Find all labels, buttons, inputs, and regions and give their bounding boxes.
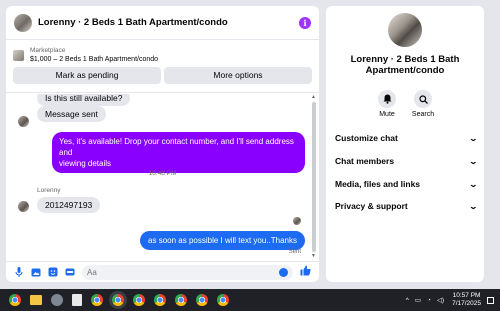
gif-icon[interactable] [65, 267, 75, 277]
section-chat-members[interactable]: Chat members ⌄ [335, 156, 479, 166]
contact-avatar[interactable] [14, 13, 32, 32]
wifi-icon[interactable]: ◔ [427, 297, 431, 304]
incoming-message: 2012497193 [37, 197, 101, 213]
notification-icon[interactable] [487, 296, 494, 304]
clock-time: 10:57 PM [452, 292, 481, 299]
chrome-icon[interactable] [112, 294, 124, 306]
scrollbar[interactable] [312, 102, 316, 252]
chevron-down-icon: ⌄ [468, 201, 479, 211]
mute-label: Mute [379, 111, 395, 118]
chrome-icon[interactable] [217, 294, 229, 306]
outgoing-message: as soon as possible I will text you..Tha… [140, 231, 305, 250]
section-label: Customize chat [335, 133, 398, 143]
section-label: Privacy & support [335, 201, 408, 211]
outgoing-message-line: Yes, it's available! Drop your contact n… [59, 137, 294, 157]
bell-icon [378, 90, 396, 108]
message-thread: Is this still available? Message sent Ye… [6, 94, 319, 258]
chat-title[interactable]: Lorenny · 2 Beds 1 Bath Apartment/condo [38, 17, 299, 28]
sender-avatar [18, 116, 29, 127]
chevron-down-icon: ⌄ [468, 179, 479, 189]
mute-button[interactable]: Mute [369, 90, 405, 118]
conversation-info-panel: Lorenny · 2 Beds 1 Bath Apartment/condo … [326, 6, 484, 282]
section-privacy-support[interactable]: Privacy & support ⌄ [335, 201, 479, 211]
chevron-down-icon: ⌄ [468, 133, 479, 143]
conversation-name: Lorenny · 2 Beds 1 Bath Apartment/condo [326, 54, 484, 76]
search-label: Search [411, 111, 435, 118]
chat-header: Lorenny · 2 Beds 1 Bath Apartment/condo … [6, 6, 319, 40]
scroll-up-arrow-icon[interactable]: ▲ [311, 94, 316, 100]
clock[interactable]: 10:57 PM 7/17/2025 [452, 292, 481, 308]
conversation-name-line: Lorenny · 2 Beds 1 Bath [350, 54, 460, 65]
file-explorer-icon[interactable] [30, 295, 42, 305]
chat-panel: Lorenny · 2 Beds 1 Bath Apartment/condo … [6, 6, 319, 282]
monitor-icon[interactable]: ▭ [415, 296, 421, 304]
taskbar: ^ ▭ ◔ ◁) 10:57 PM 7/17/2025 [0, 289, 500, 311]
outgoing-message-line: viewing details [59, 159, 112, 168]
clock-date: 7/17/2025 [452, 300, 481, 307]
read-receipt-avatar [293, 217, 301, 225]
thumbs-up-icon[interactable] [300, 265, 311, 279]
message-input-wrapper[interactable] [82, 264, 293, 280]
incoming-message: Is this still available? [37, 94, 131, 106]
marketplace-listing: Marketplace $1,000 – 2 Beds 1 Bath Apart… [6, 43, 319, 93]
section-media-files-links[interactable]: Media, files and links ⌄ [335, 179, 479, 189]
chrome-icon[interactable] [175, 294, 187, 306]
section-label: Media, files and links [335, 179, 421, 189]
chrome-icon[interactable] [9, 294, 21, 306]
volume-icon[interactable]: ◁) [437, 296, 444, 304]
section-customize-chat[interactable]: Customize chat ⌄ [335, 133, 479, 143]
mark-as-pending-button[interactable]: Mark as pending [13, 67, 161, 84]
timestamp: 10:48 PM [148, 170, 177, 177]
scroll-down-arrow-icon[interactable]: ▼ [311, 253, 316, 259]
conversation-name-line: Apartment/condo [365, 65, 445, 76]
chevron-down-icon: ⌄ [468, 156, 479, 166]
listing-description[interactable]: $1,000 – 2 Beds 1 Bath Apartment/condo [30, 55, 158, 64]
chevron-up-icon[interactable]: ^ [406, 297, 409, 304]
microphone-icon[interactable] [14, 267, 24, 277]
incoming-message: Message sent [37, 106, 106, 122]
chrome-icon[interactable] [133, 294, 145, 306]
emoji-icon[interactable] [279, 267, 288, 277]
search-button[interactable]: Search [405, 90, 441, 118]
composer [6, 261, 319, 282]
message-input[interactable] [87, 267, 279, 277]
search-icon [414, 90, 432, 108]
chrome-icon[interactable] [196, 294, 208, 306]
section-label: Chat members [335, 156, 395, 166]
app-icon[interactable] [51, 294, 63, 306]
document-icon[interactable] [72, 294, 82, 306]
chrome-icon[interactable] [154, 294, 166, 306]
info-icon[interactable]: i [299, 16, 311, 29]
profile-avatar[interactable] [388, 13, 422, 47]
listing-thumbnail[interactable] [13, 49, 24, 61]
outgoing-message: Yes, it's available! Drop your contact n… [52, 132, 305, 173]
sticker-icon[interactable] [48, 267, 58, 277]
more-options-button[interactable]: More options [164, 67, 312, 84]
sender-name: Lorenny [37, 187, 61, 194]
chrome-icon[interactable] [91, 294, 103, 306]
sender-avatar [18, 201, 29, 212]
system-tray: ^ ▭ ◔ ◁) 10:57 PM 7/17/2025 [400, 292, 500, 308]
listing-label: Marketplace [30, 47, 66, 54]
message-status: Sent [288, 249, 301, 255]
gallery-icon[interactable] [31, 267, 41, 277]
